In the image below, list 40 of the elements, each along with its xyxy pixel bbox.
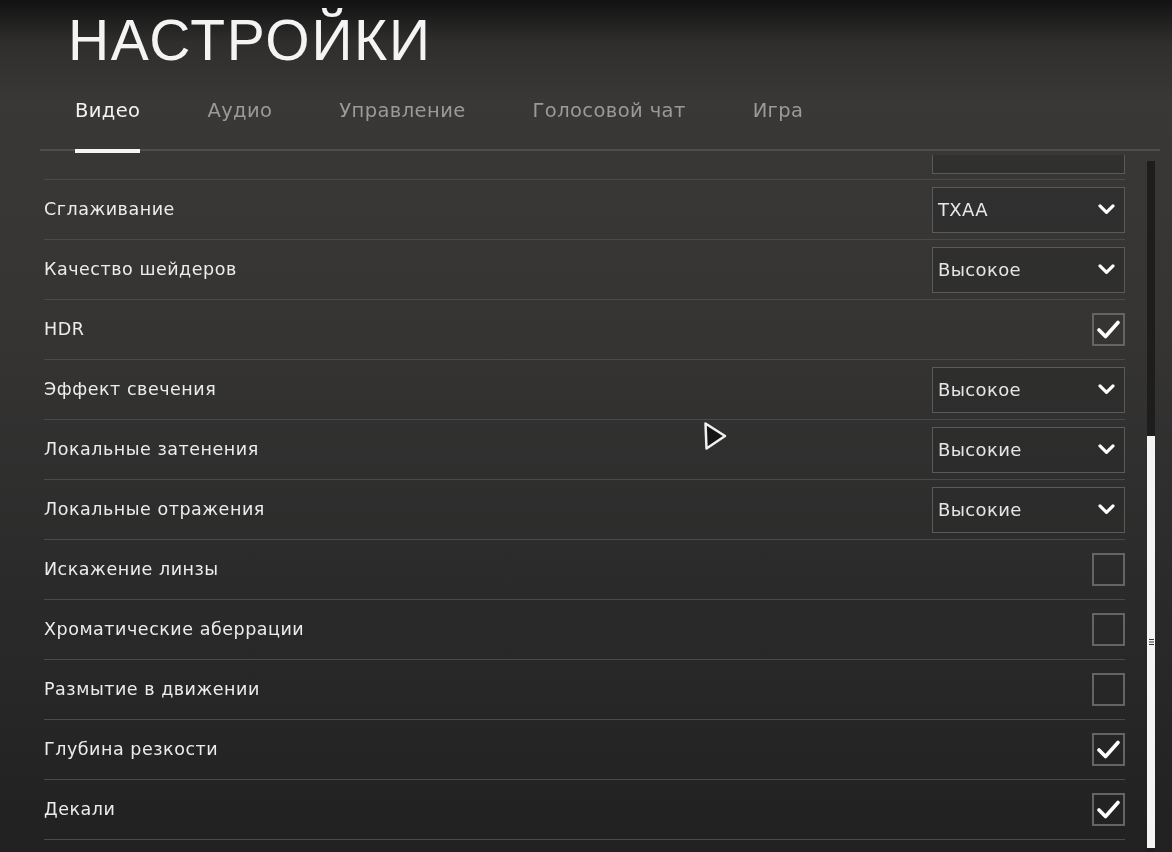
dropdown[interactable]: Высокое: [932, 366, 1125, 413]
setting-label: Локальные отражения: [44, 498, 265, 522]
tab[interactable]: Голосовой чат: [532, 88, 686, 153]
page-title: НАСТРОЙКИ: [68, 8, 432, 72]
dropdown[interactable]: Высокое: [932, 246, 1125, 293]
tab[interactable]: Видео: [75, 88, 141, 153]
setting-label: Глубина резкости: [44, 738, 219, 762]
setting-label: Размытие в движении: [44, 678, 260, 702]
cursor-icon: [704, 422, 727, 450]
setting-label: Хроматические аберрации: [44, 618, 305, 642]
tab[interactable]: Аудио: [207, 88, 273, 153]
chevron-down-icon: [1098, 204, 1115, 215]
checkbox[interactable]: [1092, 673, 1125, 706]
chevron-down-icon: [1098, 444, 1115, 455]
tab[interactable]: Игра: [752, 88, 804, 153]
dropdown[interactable]: Высокие: [932, 486, 1125, 533]
dropdown[interactable]: TXAA: [932, 186, 1125, 233]
checkbox[interactable]: [1092, 733, 1125, 766]
setting-label: Декали: [44, 798, 116, 822]
check-icon: [1097, 800, 1120, 819]
dropdown[interactable]: [932, 155, 1125, 174]
checkbox[interactable]: [1092, 553, 1125, 586]
checkbox[interactable]: [1092, 793, 1125, 826]
setting-label: Эффект свечения: [44, 378, 217, 402]
dropdown[interactable]: Высокие: [932, 426, 1125, 473]
setting-label: Локальные затенения: [44, 438, 259, 462]
setting-label: Сглаживание: [44, 198, 175, 222]
scrollbar-thumb[interactable]: [1147, 436, 1155, 848]
checkbox[interactable]: [1092, 313, 1125, 346]
checkbox[interactable]: [1092, 613, 1125, 646]
setting-label: HDR: [44, 318, 85, 342]
chevron-down-icon: [1098, 264, 1115, 275]
setting-label: Качество шейдеров: [44, 258, 237, 282]
setting-label: Искажение линзы: [44, 558, 219, 582]
check-icon: [1097, 320, 1120, 339]
chevron-down-icon: [1098, 384, 1115, 395]
tab[interactable]: Управление: [339, 88, 466, 153]
check-icon: [1097, 740, 1120, 759]
grip-icon: [1148, 639, 1154, 645]
chevron-down-icon: [1098, 504, 1115, 515]
